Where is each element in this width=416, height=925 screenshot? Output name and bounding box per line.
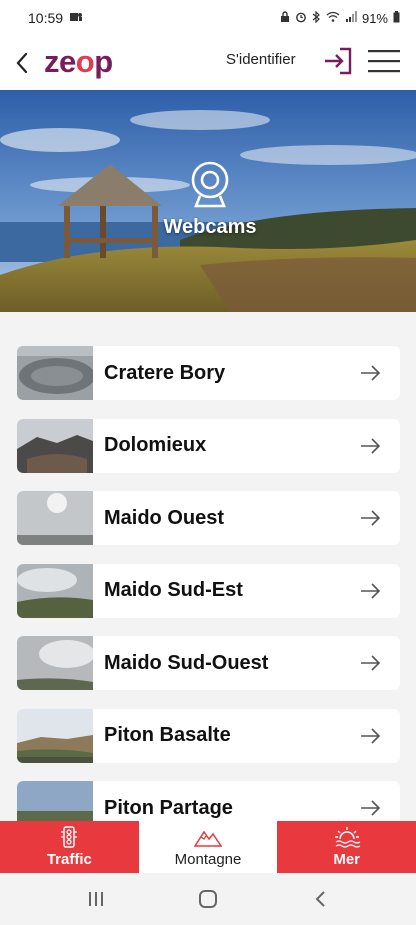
alarm-icon — [295, 11, 307, 26]
webcam-name: Maido Sud-Est — [104, 579, 243, 601]
zeop-logo[interactable]: zeop — [44, 46, 113, 77]
app-header: zeop S'identifier — [0, 36, 416, 90]
webcam-item-dolomieux[interactable]: Dolomieux — [17, 418, 400, 473]
hero-banner: Webcams — [0, 90, 416, 312]
back-arrow-icon — [315, 891, 325, 907]
webcam-name: Maido Ouest — [104, 506, 225, 529]
tab-montagne[interactable]: Montagne — [138, 821, 278, 873]
webcam-name: Maido Sud-Ouest — [104, 651, 269, 674]
arrow-right-icon — [361, 582, 381, 599]
webcam-icon — [191, 161, 229, 208]
system-nav-bar — [0, 873, 416, 925]
battery-icon — [393, 10, 400, 26]
webcam-name: Dolomieux — [104, 434, 207, 456]
page-title: Webcams — [163, 216, 257, 238]
arrow-right-icon — [361, 510, 381, 526]
back-button[interactable] — [2, 36, 42, 90]
bluetooth-icon — [312, 10, 321, 26]
tab-montagne-label: Montagne — [174, 851, 242, 868]
webcam-item-cratere-bory[interactable]: Cratere Bory — [17, 346, 400, 400]
webcam-name: Cratere Bory — [104, 361, 226, 384]
webcam-thumbnail — [17, 491, 93, 545]
webcam-thumbnail — [17, 418, 93, 473]
wifi-icon — [326, 11, 340, 25]
status-left: 10:59 — [28, 10, 83, 26]
arrow-right-icon — [361, 800, 381, 816]
webcam-name: Piton Partage — [104, 796, 233, 819]
recent-apps-icon — [89, 892, 103, 906]
system-back-button[interactable] — [290, 879, 350, 919]
tab-traffic[interactable]: Traffic — [0, 821, 139, 873]
webcam-list: Cratere Bory Dolomieux Maido Ouest Maido… — [17, 346, 400, 854]
webcam-item-piton-basalte[interactable]: Piton Basalte — [17, 708, 400, 763]
webcam-thumbnail — [17, 708, 93, 763]
hamburger-menu-icon[interactable] — [366, 46, 402, 76]
logo-text-suffix: p — [94, 43, 113, 79]
webcam-thumbnail — [17, 346, 93, 400]
tab-traffic-label: Traffic — [46, 851, 92, 868]
webcam-name: Piton Basalte — [104, 724, 231, 746]
teams-notification-icon — [69, 11, 83, 26]
app-screen: 10:59 91% zeop S'identifier Webcams Crat… — [0, 0, 416, 925]
chevron-left-icon — [16, 52, 28, 74]
home-button[interactable] — [178, 879, 238, 919]
arrow-right-icon — [361, 365, 381, 381]
webcam-item-maido-sud-ouest[interactable]: Maido Sud-Ouest — [17, 636, 400, 690]
status-right: 91% — [280, 10, 400, 26]
webcam-item-maido-ouest[interactable]: Maido Ouest — [17, 491, 400, 545]
tab-mer-label: Mer — [333, 851, 361, 868]
home-icon — [199, 890, 217, 908]
webcam-thumbnail — [17, 636, 93, 690]
webcam-thumbnail — [17, 563, 93, 618]
login-icon[interactable] — [322, 45, 354, 77]
recent-apps-button[interactable] — [66, 879, 126, 919]
status-bar: 10:59 91% — [0, 0, 416, 36]
mountain-icon — [194, 830, 222, 847]
battery-percent: 91% — [361, 10, 388, 26]
login-link[interactable]: S'identifier — [226, 51, 296, 68]
logo-text-o: o — [75, 43, 95, 79]
webcam-item-maido-sud-est[interactable]: Maido Sud-Est — [17, 563, 400, 618]
arrow-right-icon — [361, 655, 381, 671]
lock-icon — [280, 10, 290, 26]
arrow-right-icon — [361, 727, 381, 744]
sun-sea-icon — [334, 827, 361, 848]
logo-text-prefix: ze — [44, 43, 76, 79]
hero-overlay: Webcams — [140, 160, 280, 239]
traffic-light-icon — [61, 826, 78, 848]
tab-mer[interactable]: Mer — [277, 821, 416, 873]
arrow-right-icon — [361, 437, 381, 454]
bottom-tab-bar: Traffic Montagne Mer — [0, 821, 416, 873]
status-time: 10:59 — [28, 10, 64, 26]
signal-icon — [345, 11, 357, 25]
